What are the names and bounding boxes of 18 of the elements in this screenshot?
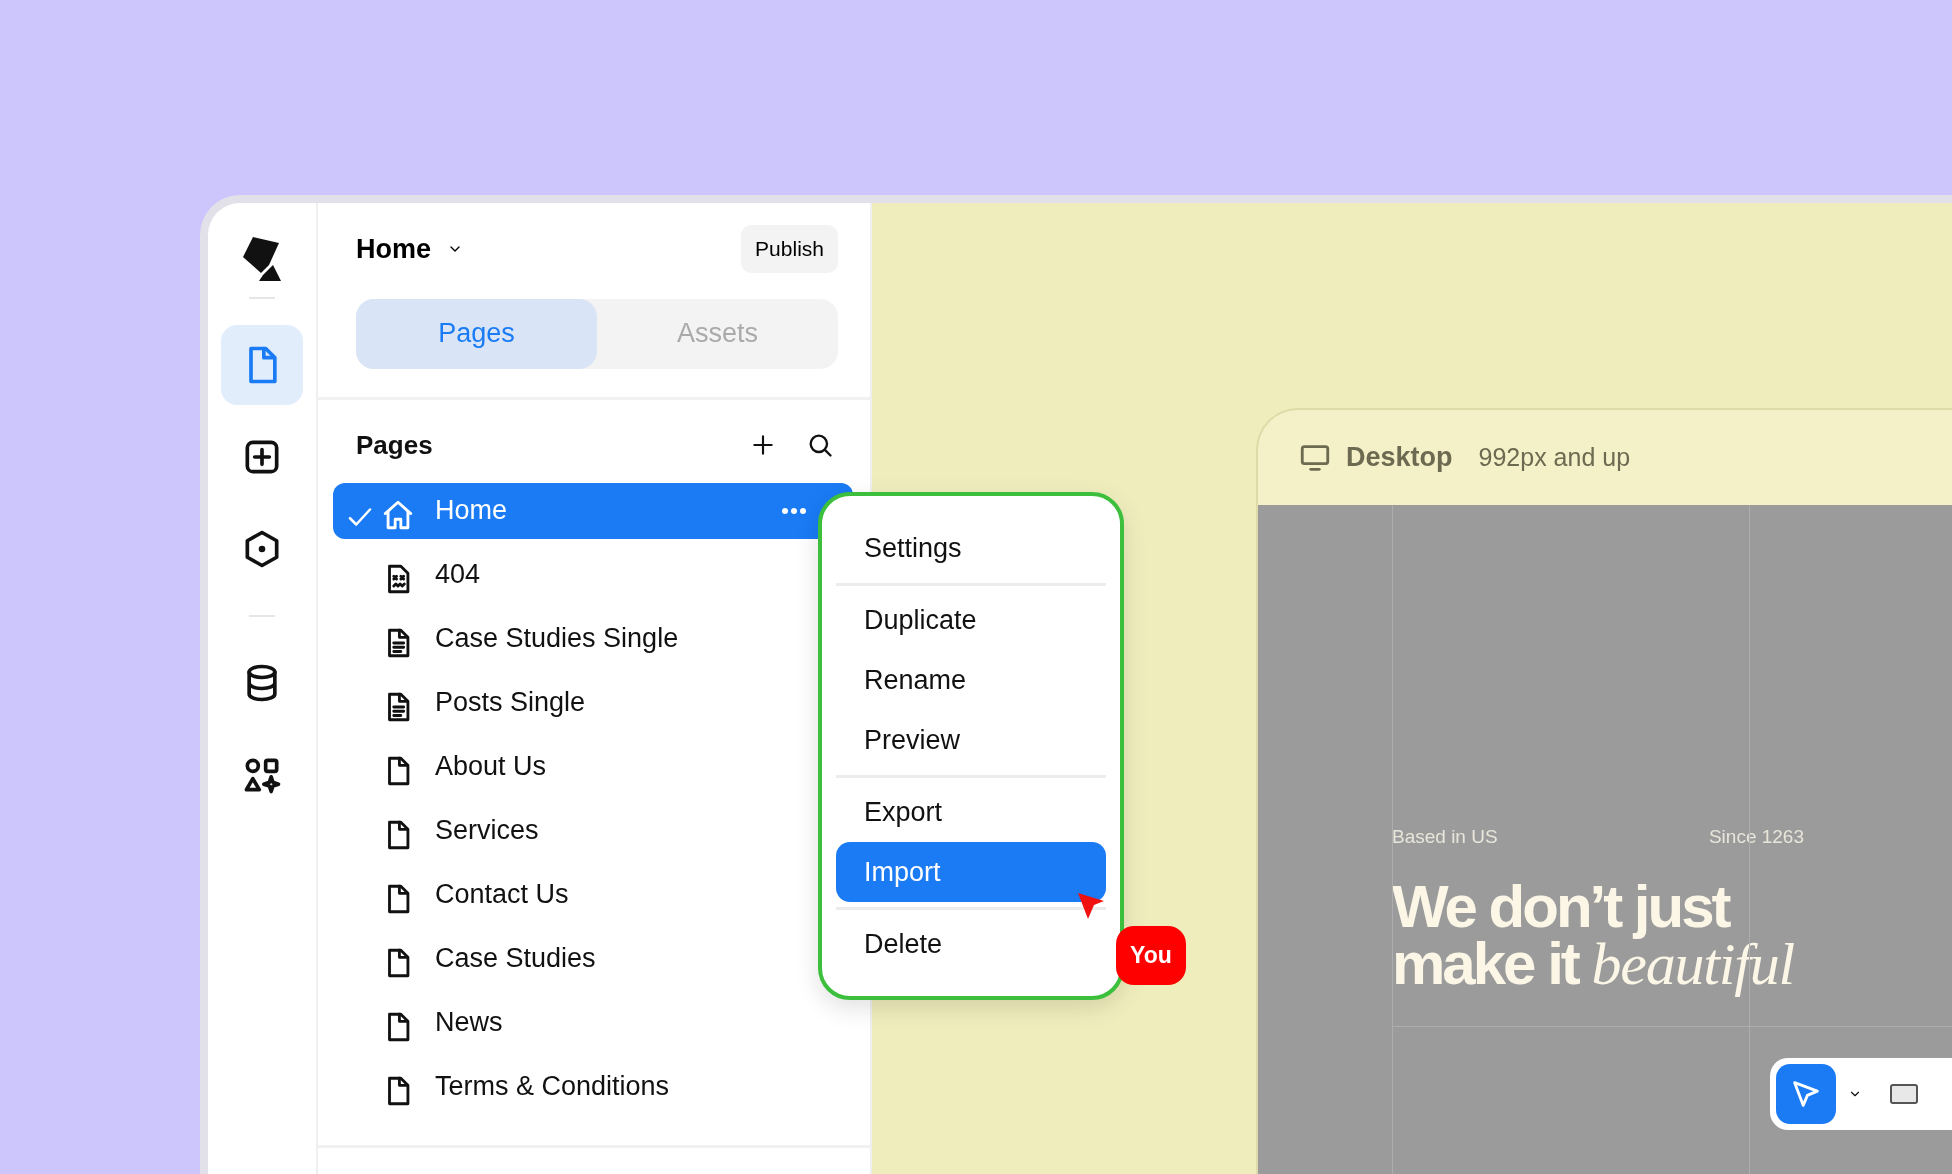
menu-item[interactable]: Import: [836, 842, 1106, 902]
rectangle-icon: [1889, 1082, 1919, 1106]
plus-icon: [750, 432, 776, 458]
page-selector[interactable]: Home: [356, 228, 463, 269]
pointer-tool-button[interactable]: [1776, 1064, 1836, 1124]
page-list-item[interactable]: Terms & Conditions: [333, 1058, 853, 1115]
page-list-item[interactable]: Home: [333, 482, 853, 539]
publish-button[interactable]: Publish: [741, 225, 838, 273]
page-list-item[interactable]: News: [333, 994, 853, 1051]
user-tag: You: [1116, 926, 1186, 985]
eyebrow-text: Since 1263: [1708, 825, 1804, 849]
eyebrow-text: Based in US: [1392, 825, 1498, 849]
cursor-icon: [1076, 891, 1106, 921]
headline: We don’t just make it beautiful: [1392, 877, 1795, 999]
more-icon[interactable]: [781, 506, 807, 515]
breakpoint-range: 992px and up: [1478, 441, 1631, 473]
breakpoint-name: Desktop: [1346, 441, 1453, 475]
section-title: Pages: [356, 428, 434, 462]
